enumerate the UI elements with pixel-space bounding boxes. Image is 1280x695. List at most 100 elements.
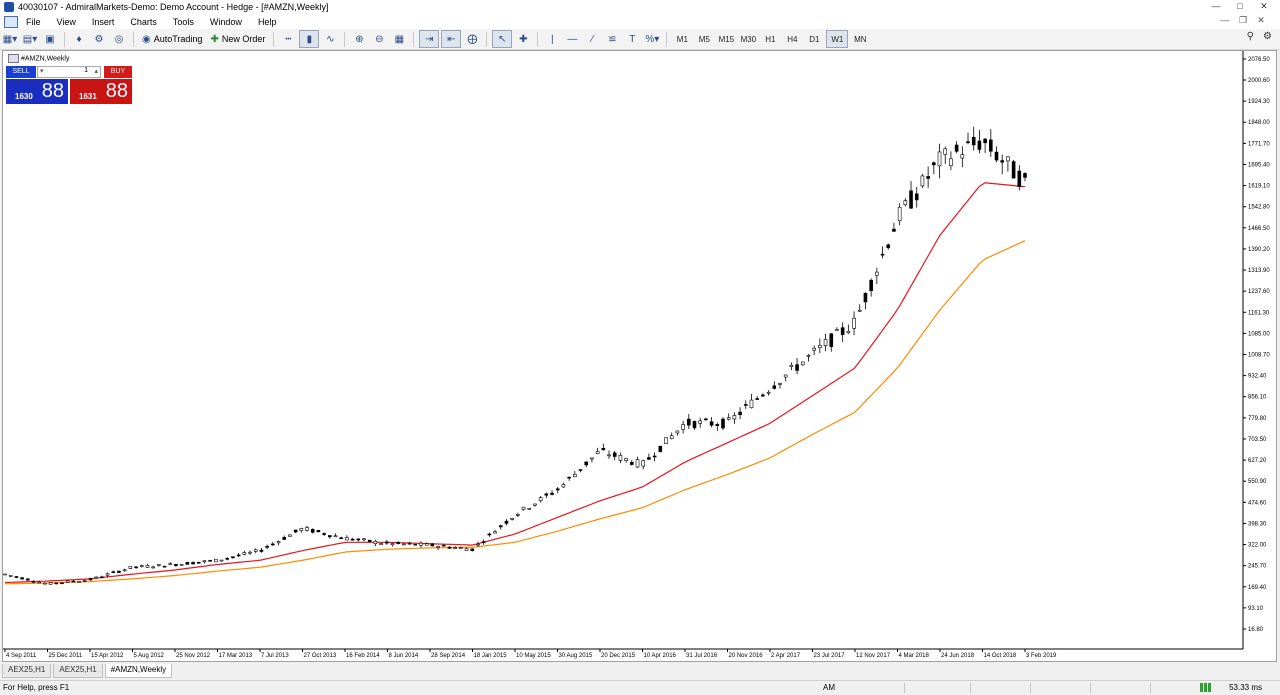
settings-icon[interactable]: ⚙ xyxy=(1263,31,1272,42)
chart-shift-icon[interactable]: ⇤ xyxy=(441,30,462,48)
minimize-icon[interactable]: — xyxy=(1204,0,1228,12)
search-icon[interactable]: ⚲ xyxy=(1247,31,1254,42)
lot-down-icon[interactable]: ▾ xyxy=(40,67,44,75)
tile-windows-icon[interactable]: ▦ xyxy=(390,31,408,47)
period-h4[interactable]: H4 xyxy=(782,31,802,47)
menu-tools[interactable]: Tools xyxy=(165,17,202,27)
profiles-icon[interactable]: ▤▾ xyxy=(21,31,39,47)
cursor-icon[interactable]: ↖ xyxy=(492,30,513,48)
bid-price[interactable]: 1630 88 xyxy=(6,79,68,104)
maximize-icon[interactable]: □ xyxy=(1228,0,1252,12)
menu-charts[interactable]: Charts xyxy=(122,17,165,27)
zoom-out-icon[interactable]: ⊖ xyxy=(370,31,388,47)
price-chart[interactable]: 2076.50 2000.60 1924.30 1848.00 1771.70 1695.… xyxy=(3,51,1276,661)
candle-body xyxy=(783,374,788,378)
candle-body xyxy=(151,566,155,569)
candlestick-chart-icon[interactable]: ▮ xyxy=(299,30,320,48)
price-tick-label: 398.30 xyxy=(1248,521,1267,527)
candle-body xyxy=(54,582,59,585)
zoom-in-icon[interactable]: ⊕ xyxy=(350,31,368,47)
toolbar-separator xyxy=(344,31,346,47)
chart-window[interactable]: 2076.50 2000.60 1924.30 1848.00 1771.70 1695.… xyxy=(2,50,1277,662)
fibonacci-icon[interactable]: %▾ xyxy=(643,31,661,47)
lot-up-icon[interactable]: ▴ xyxy=(94,67,98,75)
new-chart-icon[interactable]: ▦▾ xyxy=(1,31,19,47)
close-icon[interactable]: ✕ xyxy=(1252,0,1276,12)
menu-help[interactable]: Help xyxy=(250,17,285,27)
line-chart-icon[interactable]: ∿ xyxy=(321,31,339,47)
status-ping: 53.33 ms xyxy=(1229,683,1262,692)
tab-aex25-h1-2[interactable]: AEX25,H1 xyxy=(53,664,103,678)
new-order-button[interactable]: ✚ New Order xyxy=(207,31,268,47)
menu-window[interactable]: Window xyxy=(202,17,250,27)
tab-aex25-h1[interactable]: AEX25,H1 xyxy=(2,664,52,678)
menu-insert[interactable]: Insert xyxy=(84,17,123,27)
candle-body xyxy=(573,473,577,478)
period-m15[interactable]: M15 xyxy=(716,31,736,47)
candle-body xyxy=(590,457,594,460)
toolbar-separator xyxy=(133,31,134,47)
candle-body xyxy=(37,581,41,584)
period-m30[interactable]: M30 xyxy=(738,31,758,47)
price-tick-label: 627.20 xyxy=(1248,458,1267,464)
text-icon[interactable]: T xyxy=(623,31,641,47)
chart-doc-icon[interactable] xyxy=(4,15,18,28)
candle-body xyxy=(379,543,383,545)
crosshair-icon[interactable]: ✚ xyxy=(514,31,532,47)
menu-view[interactable]: View xyxy=(49,17,84,27)
signals-icon[interactable]: ◎ xyxy=(110,31,128,47)
candle-body xyxy=(550,492,554,495)
candle-body xyxy=(504,520,509,524)
candle-body xyxy=(641,460,646,467)
navigator-icon[interactable]: ⚙ xyxy=(90,31,108,47)
bar-chart-icon[interactable]: ┅ xyxy=(279,31,297,47)
mdi-close-icon[interactable]: ✕ xyxy=(1252,15,1270,26)
channel-icon[interactable]: ≌ xyxy=(603,31,621,47)
market-watch-icon[interactable]: ▣ xyxy=(41,31,59,47)
buy-button[interactable]: BUY xyxy=(104,66,132,78)
period-h1[interactable]: H1 xyxy=(760,31,780,47)
time-tick-label: 5 Aug 2012 xyxy=(134,653,165,659)
toolbar-separator xyxy=(413,31,415,47)
mdi-minimize-icon[interactable]: — xyxy=(1216,15,1234,26)
ask-price[interactable]: 1631 88 xyxy=(70,79,132,104)
period-m1[interactable]: M1 xyxy=(672,31,692,47)
sell-button[interactable]: SELL xyxy=(6,66,36,78)
candle-body xyxy=(356,538,361,541)
candle-body xyxy=(65,580,70,583)
time-tick-label: 4 Mar 2018 xyxy=(899,653,930,659)
price-tick-label: 550.90 xyxy=(1248,479,1267,485)
candle-body xyxy=(242,552,247,555)
candle-body xyxy=(333,535,338,538)
orange-ma-line xyxy=(4,240,1026,585)
toolbar-separator xyxy=(64,31,65,47)
ask-price-main: 1631 xyxy=(79,92,97,101)
candle-body xyxy=(265,546,269,548)
candle-body xyxy=(584,461,589,466)
auto-scroll-icon[interactable]: ⇥ xyxy=(419,30,440,48)
horizontal-line-icon[interactable]: — xyxy=(563,31,581,47)
candle-body xyxy=(909,190,913,209)
period-d1[interactable]: D1 xyxy=(804,31,824,47)
autotrading-button[interactable]: ◉ AutoTrading xyxy=(139,31,205,47)
candle-body xyxy=(704,418,708,421)
trendline-icon[interactable]: ∕ xyxy=(583,31,601,47)
candle-body xyxy=(316,530,321,533)
period-w1[interactable]: W1 xyxy=(826,30,849,48)
menu-file[interactable]: File xyxy=(18,17,49,27)
candle-body xyxy=(328,535,332,538)
candle-body xyxy=(949,158,953,166)
time-tick-label: 14 Oct 2018 xyxy=(984,653,1017,659)
candle-body xyxy=(743,404,748,406)
tab-amzn-weekly[interactable]: #AMZN,Weekly xyxy=(104,664,173,678)
vertical-line-icon[interactable]: | xyxy=(543,31,561,47)
indicators-icon[interactable]: ⨁ xyxy=(463,31,481,47)
price-tick-label: 1390.20 xyxy=(1248,247,1270,253)
period-m5[interactable]: M5 xyxy=(694,31,714,47)
period-mn[interactable]: MN xyxy=(850,31,870,47)
market-icon[interactable]: ♦ xyxy=(70,31,88,47)
candle-body xyxy=(402,543,406,546)
lot-size-field[interactable]: ▾ 1 ▴ xyxy=(37,66,101,78)
mdi-restore-icon[interactable]: ❐ xyxy=(1234,15,1252,26)
time-tick-label: 30 Aug 2015 xyxy=(559,653,593,659)
